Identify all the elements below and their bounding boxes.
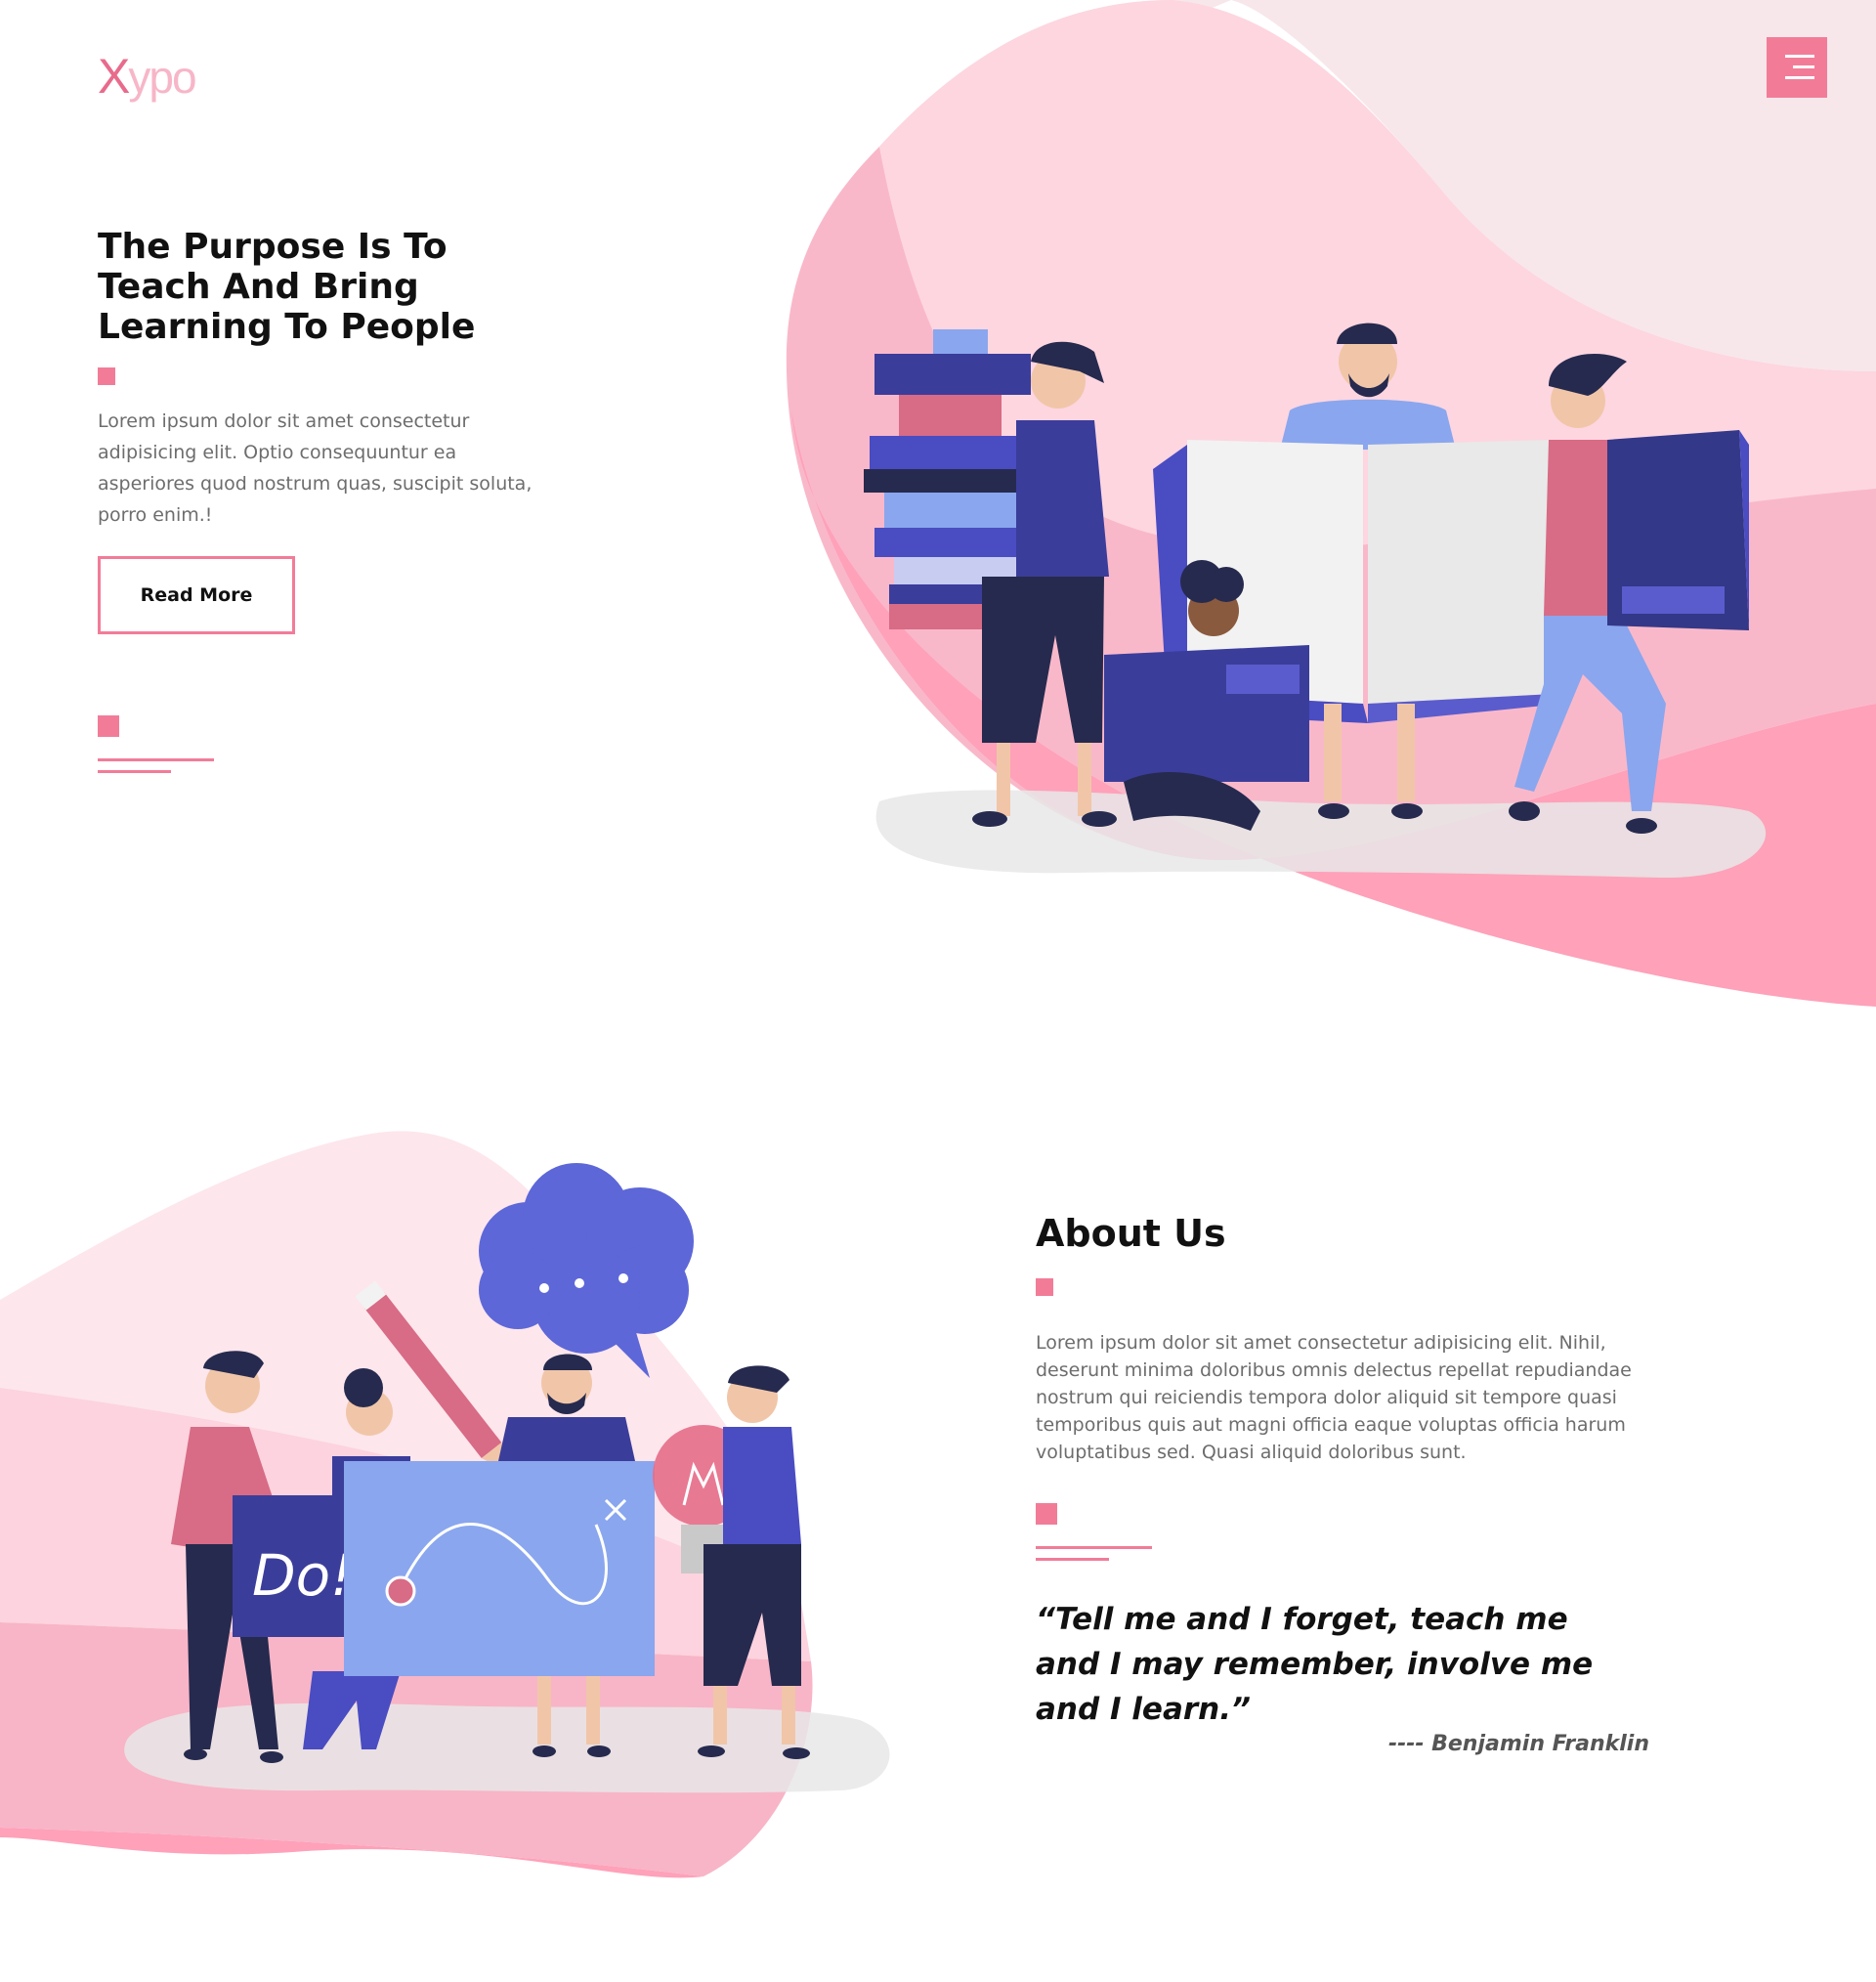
quote-author: ---- Benjamin Franklin [1387, 1732, 1649, 1756]
about-text: Lorem ipsum dolor sit amet consectetur a… [1036, 1332, 1632, 1463]
accent-square [1036, 1503, 1057, 1525]
person-right [698, 1365, 810, 1759]
page: { "header": { "logo_x": "X", "logo_rest"… [0, 0, 1876, 1982]
speech-cloud [479, 1163, 694, 1378]
accent-line [1036, 1558, 1109, 1561]
accent-square [1036, 1278, 1053, 1296]
svg-text:Do!: Do! [252, 1542, 353, 1609]
whiteboard [344, 1461, 655, 1676]
about-title: About Us [1036, 1212, 1226, 1255]
accent-line [1036, 1546, 1152, 1549]
about-ground-shadow [124, 1702, 890, 1793]
quote-text: “Tell me and I forget, teach me and I ma… [1036, 1602, 1594, 1727]
